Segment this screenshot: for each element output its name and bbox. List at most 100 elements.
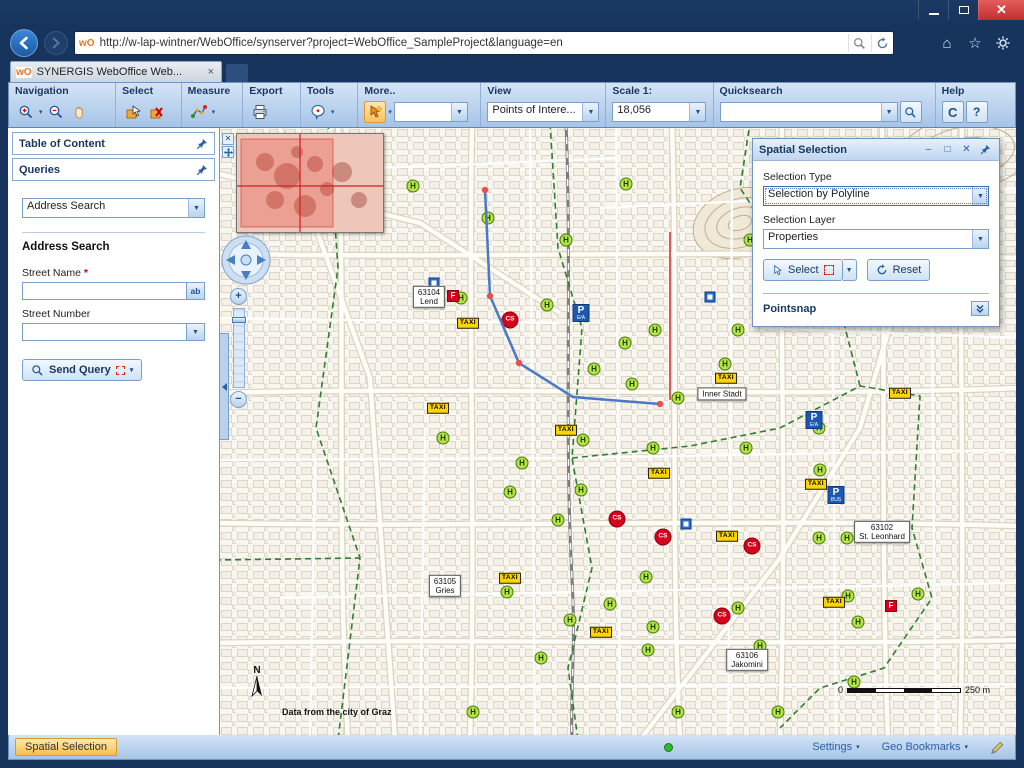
map-marker-transit-stop[interactable]: H <box>540 298 554 312</box>
map-marker-transit-stop[interactable]: H <box>515 456 529 470</box>
map-marker-taxi[interactable]: TAXI <box>590 626 612 638</box>
map-marker-transit-stop[interactable]: H <box>911 587 925 601</box>
zoom-in-tool-button[interactable] <box>15 101 37 123</box>
map-district-label[interactable]: Inner Stadt <box>697 387 747 401</box>
query-type-arrow-icon[interactable]: ▼ <box>188 199 204 217</box>
tab-close-icon[interactable]: × <box>206 66 216 78</box>
view-select-arrow-icon[interactable]: ▼ <box>582 103 599 121</box>
quicksearch-input[interactable]: ▼ <box>719 102 898 122</box>
settings-gear-icon[interactable] <box>992 32 1014 54</box>
street-number-input[interactable] <box>22 323 187 341</box>
map-marker-cs-station[interactable]: CS <box>608 510 626 528</box>
spatial-panel-header[interactable]: Spatial Selection – □ ✕ <box>753 139 999 161</box>
map-marker-transit-stop[interactable]: H <box>587 362 601 376</box>
map-marker-transit-stop[interactable]: H <box>813 463 827 477</box>
active-tool-status-chip[interactable]: Spatial Selection <box>15 738 117 756</box>
settings-menu[interactable]: Settings ▾ <box>812 741 859 753</box>
map-marker-taxi[interactable]: TAXI <box>457 317 479 329</box>
pan-compass-control[interactable] <box>220 234 272 291</box>
map-marker-transit-stop[interactable]: H <box>731 323 745 337</box>
panel-minimize-icon[interactable]: – <box>921 142 936 157</box>
zoom-slider[interactable] <box>231 308 246 388</box>
map-marker-transit-stop[interactable]: H <box>641 643 655 657</box>
scale-select-arrow-icon[interactable]: ▼ <box>689 103 706 121</box>
browser-tab[interactable]: wO SYNERGIS WebOffice Web... × <box>10 61 222 82</box>
map-marker-transit-stop[interactable]: H <box>671 391 685 405</box>
map-district-label[interactable]: 63106 Jakomini <box>726 648 768 672</box>
map-district-label[interactable]: 63105 Gries <box>428 574 462 598</box>
pan-tool-button[interactable] <box>69 101 91 123</box>
map-marker-poi[interactable] <box>680 518 692 530</box>
measure-tool-button[interactable] <box>188 101 210 123</box>
send-query-dropdown-icon[interactable]: ▾ <box>130 366 134 374</box>
map-district-label[interactable]: 63104 Lend <box>412 285 446 309</box>
overview-map[interactable] <box>236 133 384 233</box>
map-district-label[interactable]: 63102 St. Leonhard <box>854 520 910 544</box>
map-marker-pharmacy[interactable]: F <box>447 290 459 302</box>
map-marker-parking[interactable]: P E/A <box>805 411 823 429</box>
more-tool-dropdown-icon[interactable]: ▾ <box>388 108 392 116</box>
edit-pencil-icon[interactable] <box>990 740 1005 755</box>
map-marker-transit-stop[interactable]: H <box>563 613 577 627</box>
home-icon[interactable]: ⌂ <box>936 32 958 54</box>
map-marker-transit-stop[interactable]: H <box>739 441 753 455</box>
zoom-out-button[interactable]: − <box>230 391 247 408</box>
map-marker-transit-stop[interactable]: H <box>574 483 588 497</box>
session-refresh-button[interactable]: C <box>941 101 964 123</box>
favorites-star-icon[interactable]: ☆ <box>964 32 986 54</box>
map-marker-transit-stop[interactable]: H <box>466 705 480 719</box>
map-marker-transit-stop[interactable]: H <box>671 705 685 719</box>
overview-move-button[interactable] <box>222 146 234 158</box>
map-marker-taxi[interactable]: TAXI <box>889 387 911 399</box>
window-minimize-button[interactable] <box>918 0 948 20</box>
print-button[interactable] <box>249 101 271 123</box>
map-marker-transit-stop[interactable]: H <box>603 597 617 611</box>
map-marker-transit-stop[interactable]: H <box>840 531 854 545</box>
selection-type-select[interactable]: Selection by Polyline ▼ <box>763 186 989 206</box>
map-marker-transit-stop[interactable]: H <box>500 585 514 599</box>
browser-back-button[interactable] <box>10 29 38 57</box>
zoom-in-dropdown-icon[interactable]: ▾ <box>39 108 43 116</box>
select-button[interactable]: Select <box>763 259 843 281</box>
map-marker-transit-stop[interactable]: H <box>646 441 660 455</box>
geo-bookmarks-menu[interactable]: Geo Bookmarks ▾ <box>882 741 968 753</box>
map-marker-parking[interactable]: P BUS <box>827 486 845 504</box>
pointsnap-expand-button[interactable] <box>971 301 989 316</box>
view-select[interactable]: Points of Intere... ▼ <box>487 102 600 122</box>
map-marker-taxi[interactable]: TAXI <box>805 478 827 490</box>
map-marker-transit-stop[interactable]: H <box>406 179 420 193</box>
zoom-slider-handle[interactable] <box>231 317 246 323</box>
map-marker-poi[interactable] <box>704 291 716 303</box>
map-marker-transit-stop[interactable]: H <box>851 615 865 629</box>
map-marker-transit-stop[interactable]: H <box>618 336 632 350</box>
scale-select[interactable]: 18,056 ▼ <box>612 102 707 122</box>
map-viewport[interactable]: HHHHHHHHHHHHHHHHHHHHHHHHHHHHHHHHHHHHHHHH… <box>220 128 1016 735</box>
sidebar-collapse-handle[interactable] <box>220 333 229 440</box>
window-close-button[interactable]: ✕ <box>978 0 1024 20</box>
map-marker-transit-stop[interactable]: H <box>718 357 732 371</box>
active-selection-tool-button[interactable] <box>364 101 387 123</box>
street-name-input[interactable] <box>22 282 187 300</box>
map-marker-transit-stop[interactable]: H <box>646 620 660 634</box>
clear-selection-button[interactable] <box>146 101 168 123</box>
map-marker-taxi[interactable]: TAXI <box>648 467 670 479</box>
map-marker-transit-stop[interactable]: H <box>503 485 517 499</box>
reset-button[interactable]: Reset <box>866 259 931 281</box>
quicksearch-go-button[interactable] <box>899 101 922 123</box>
measure-dropdown-icon[interactable]: ▾ <box>212 108 216 116</box>
pin-icon[interactable] <box>196 138 208 150</box>
select-button-dropdown-icon[interactable]: ▼ <box>842 259 857 281</box>
map-marker-transit-stop[interactable]: H <box>551 513 565 527</box>
query-type-select[interactable]: Address Search ▼ <box>22 198 205 218</box>
browser-forward-button[interactable] <box>44 31 68 55</box>
tools-dropdown-icon[interactable]: ▾ <box>331 108 335 116</box>
map-marker-transit-stop[interactable]: H <box>731 601 745 615</box>
map-marker-parking[interactable]: P E/A <box>572 304 590 322</box>
more-tools-combo[interactable]: ▼ <box>393 102 468 122</box>
select-tool-button[interactable] <box>122 101 144 123</box>
zoom-out-tool-button[interactable] <box>45 101 67 123</box>
search-icon[interactable] <box>848 34 866 52</box>
map-marker-cs-station[interactable]: CS <box>501 311 519 329</box>
address-input[interactable]: wO http://w-lap-wintner/WebOffice/synser… <box>74 31 894 55</box>
map-marker-transit-stop[interactable]: H <box>771 705 785 719</box>
